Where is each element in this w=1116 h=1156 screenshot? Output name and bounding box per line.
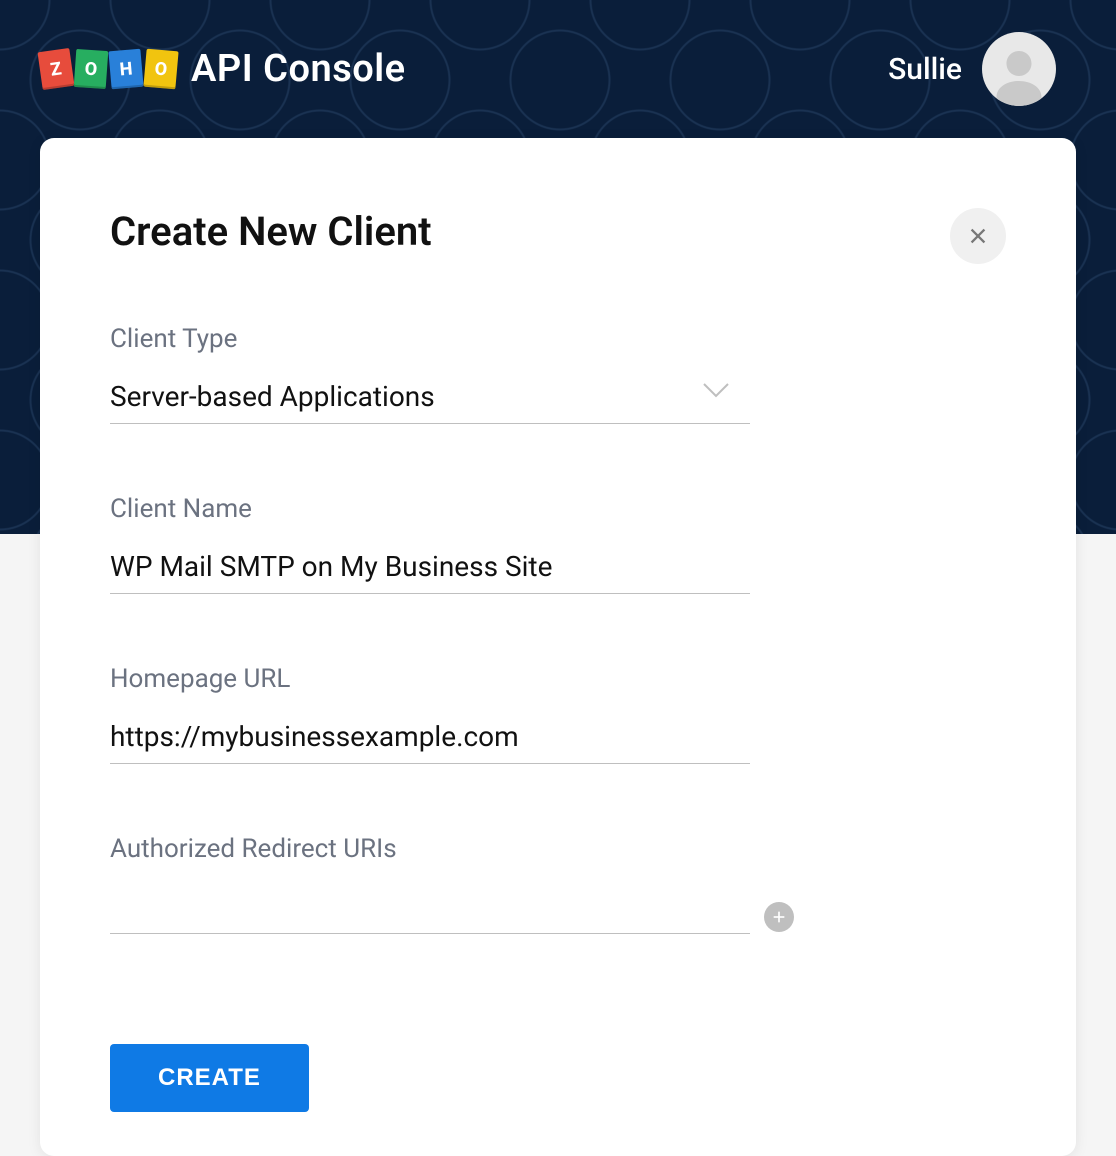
user-menu[interactable]: Sullie <box>888 32 1056 106</box>
create-client-card: Create New Client Client Type Server-bas… <box>40 138 1076 1156</box>
redirect-uris-field: Authorized Redirect URIs <box>110 834 750 934</box>
logo-letter-o1: O <box>74 49 109 89</box>
client-type-value[interactable]: Server-based Applications <box>110 374 750 424</box>
client-type-select[interactable]: Server-based Applications <box>110 374 750 424</box>
avatar[interactable] <box>982 32 1056 106</box>
homepage-url-label: Homepage URL <box>110 664 750 694</box>
client-name-label: Client Name <box>110 494 750 524</box>
brand-block: Z O H O API Console <box>40 47 406 91</box>
logo-letter-o2: O <box>143 49 178 90</box>
logo-letter-h: H <box>108 49 143 90</box>
close-button[interactable] <box>950 208 1006 264</box>
user-icon <box>989 46 1049 106</box>
add-redirect-uri-button[interactable] <box>764 902 794 932</box>
homepage-url-input[interactable] <box>110 714 750 764</box>
client-name-field: Client Name <box>110 494 750 594</box>
client-type-field: Client Type Server-based Applications <box>110 324 750 424</box>
zoho-logo: Z O H O <box>40 50 177 88</box>
create-button[interactable]: CREATE <box>110 1044 309 1112</box>
plus-icon <box>771 909 787 925</box>
redirect-uris-input[interactable] <box>110 884 750 934</box>
homepage-url-field: Homepage URL <box>110 664 750 764</box>
close-icon <box>967 225 989 247</box>
logo-letter-z: Z <box>38 48 75 90</box>
client-name-input[interactable] <box>110 544 750 594</box>
user-name-label: Sullie <box>888 52 962 87</box>
redirect-uris-label: Authorized Redirect URIs <box>110 834 750 864</box>
card-header: Create New Client <box>110 208 1006 264</box>
page-title: Create New Client <box>110 208 432 255</box>
app-title: API Console <box>191 47 406 91</box>
app-header: Z O H O API Console Sullie <box>0 0 1116 138</box>
client-type-label: Client Type <box>110 324 750 354</box>
